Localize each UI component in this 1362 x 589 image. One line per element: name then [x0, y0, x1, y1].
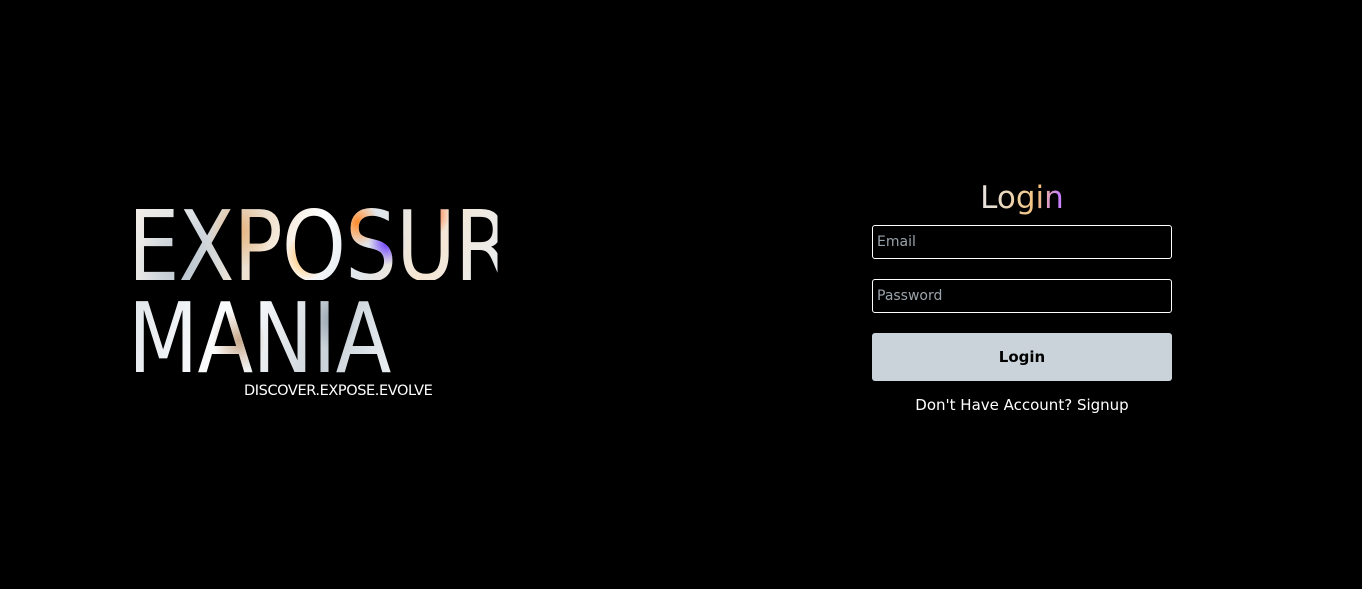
login-title: Login [872, 178, 1172, 218]
brand-logo-line-1: EXPOSURE [128, 190, 562, 303]
password-field[interactable] [872, 279, 1172, 313]
email-field[interactable] [872, 225, 1172, 259]
brand-tagline: DISCOVER.EXPOSE.EVOLVE [244, 383, 433, 399]
login-page: EXPOSURE MANIA DISCOVER.EXPOSE.EVOLVE Lo… [0, 0, 1362, 589]
brand-logo: EXPOSURE MANIA [128, 198, 568, 374]
signup-link[interactable]: Signup [1077, 396, 1129, 414]
signup-prompt-text: Don't Have Account? [915, 396, 1073, 414]
login-button[interactable]: Login [872, 333, 1172, 381]
signup-prompt: Don't Have Account? Signup [872, 396, 1172, 414]
login-form: Login Login Don't Have Account? Signup [872, 178, 1172, 414]
brand-logo-line-2: MANIA [128, 290, 498, 374]
